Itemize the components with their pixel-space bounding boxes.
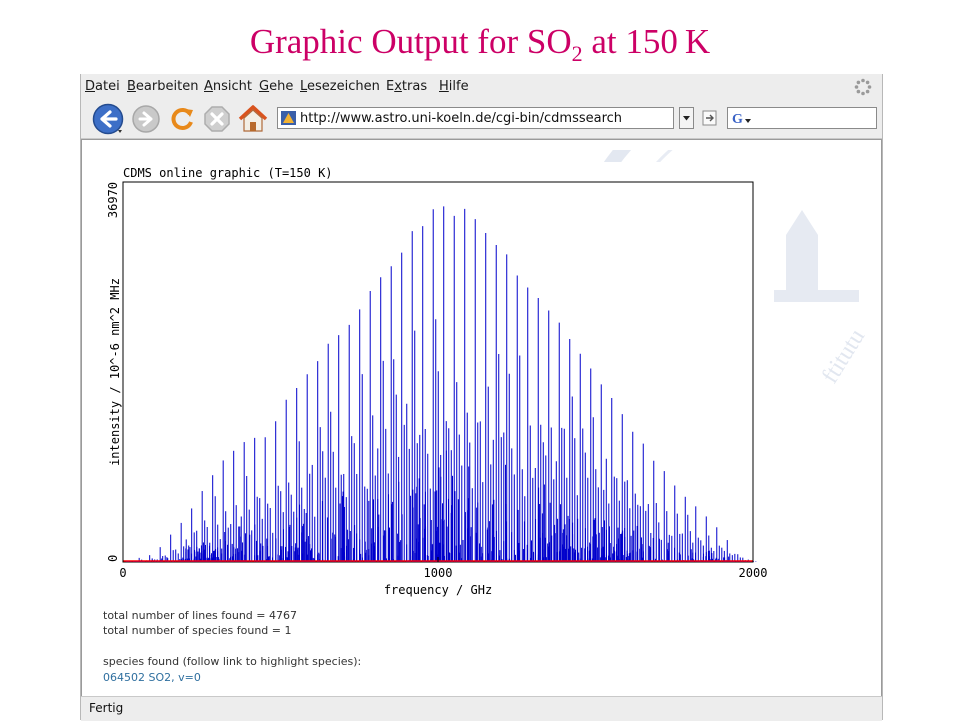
chevron-down-icon [683, 116, 690, 121]
total-species-text: total number of species found = 1 [103, 624, 292, 637]
y-tick-label: 36970 [106, 182, 120, 218]
reload-icon[interactable] [166, 103, 198, 135]
slide-title-subscript: 2 [571, 41, 583, 66]
y-tick-label: 0 [106, 555, 120, 562]
species-link[interactable]: 064502 SO2, v=0 [103, 671, 201, 684]
url-history-dropdown[interactable] [679, 107, 694, 129]
menu-lesezeichen[interactable]: Lesezeichen [300, 79, 380, 94]
browser-window: Datei Bearbeiten Ansicht Gehe Lesezeiche… [80, 74, 883, 721]
x-axis-label: frequency / GHz [384, 583, 492, 597]
home-icon[interactable] [237, 103, 269, 135]
total-lines-text: total number of lines found = 4767 [103, 609, 297, 622]
search-bar[interactable]: G [727, 107, 877, 129]
menu-hilfe[interactable]: Hilfe [439, 79, 469, 94]
y-axis-label: intensity / 10^-6 nm^2 MHz [108, 278, 122, 466]
menu-bearbeiten[interactable]: Bearbeiten [127, 79, 198, 94]
menu-bar: Datei Bearbeiten Ansicht Gehe Lesezeiche… [81, 74, 882, 100]
menu-datei[interactable]: Datei [85, 79, 120, 94]
slide-title-main: Graphic Output for SO [249, 22, 572, 61]
svg-text:ftitutu: ftitutu [817, 325, 870, 389]
spectrum-chart: 0 1000 2000 0 36970 frequency / GHz intensit… [106, 181, 768, 597]
x-tick-label: 0 [119, 566, 126, 580]
url-bar[interactable] [277, 107, 674, 129]
page-content: ftitutu CDMS online graphic (T=150 K) 01… [81, 139, 882, 698]
back-icon[interactable] [92, 103, 124, 135]
activity-throbber-icon [854, 78, 872, 96]
site-favicon-icon [281, 111, 296, 125]
menu-extras[interactable]: Extras [386, 79, 427, 94]
go-icon[interactable] [701, 109, 719, 127]
status-bar: Fertig [81, 696, 882, 721]
species-heading: species found (follow link to highlight … [103, 655, 362, 668]
navigation-toolbar: G [81, 100, 882, 139]
menu-gehe[interactable]: Gehe [259, 79, 293, 94]
stop-icon[interactable] [201, 103, 233, 135]
search-engine-icon[interactable]: G [731, 110, 753, 126]
search-engine-letter: G [732, 112, 743, 126]
x-tick-label: 2000 [739, 566, 768, 580]
menu-ansicht[interactable]: Ansicht [204, 79, 252, 94]
status-text: Fertig [89, 701, 124, 715]
x-tick-label: 1000 [424, 566, 453, 580]
cdms-plot: CDMS online graphic (T=150 K) 0 1000 2000 0… [103, 162, 774, 601]
slide-title-tail: at 150 K [582, 22, 711, 61]
slide-title: Graphic Output for SO2 at 150 K [0, 22, 960, 67]
forward-icon[interactable] [130, 103, 162, 135]
url-input[interactable] [300, 110, 660, 126]
